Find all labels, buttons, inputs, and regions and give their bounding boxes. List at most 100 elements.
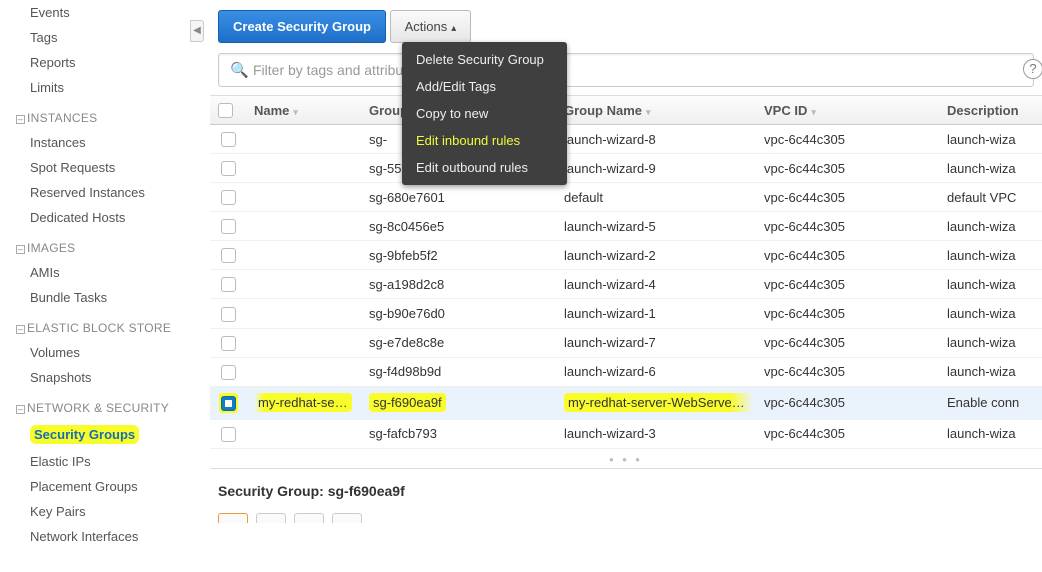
nav-item-limits[interactable]: Limits [8,75,190,100]
cell-group-name: launch-wizard-3 [556,419,756,448]
cell-group-name: launch-wizard-2 [556,241,756,270]
row-checkbox[interactable] [221,427,236,442]
collapse-icon: – [16,245,25,254]
main-panel: Create Security Group Actions▴ Delete Se… [210,0,1042,572]
nav-item-volumes[interactable]: Volumes [8,340,190,365]
table-row[interactable]: sg-55c6943claunch-wizard-9vpc-6c44c305la… [210,154,1042,183]
nav-item-reports[interactable]: Reports [8,50,190,75]
cell-checkbox[interactable] [210,154,246,183]
header-description[interactable]: Description [939,96,1042,125]
nav-item-security-groups[interactable]: Security Groups [8,420,190,449]
header-checkbox[interactable] [210,96,246,125]
cell-name [246,125,361,154]
cell-group-id: sg-9bfeb5f2 [361,241,556,270]
row-checkbox[interactable] [221,336,236,351]
menu-item-add-edit-tags[interactable]: Add/Edit Tags [402,73,567,100]
row-checkbox[interactable] [221,365,236,380]
cell-vpc-id: vpc-6c44c305 [756,419,939,448]
nav-item-amis[interactable]: AMIs [8,260,190,285]
detail-tab-1[interactable] [218,513,248,523]
table-row[interactable]: sg-b90e76d0launch-wizard-1vpc-6c44c305la… [210,299,1042,328]
cell-checkbox[interactable] [210,357,246,386]
table-row[interactable]: my-redhat-se…sg-f690ea9fmy-redhat-server… [210,386,1042,419]
header-name[interactable]: Name▾ [246,96,361,125]
collapse-icon: – [16,115,25,124]
cell-vpc-id: vpc-6c44c305 [756,270,939,299]
row-checkbox[interactable] [221,396,236,411]
cell-checkbox[interactable] [210,183,246,212]
detail-tab-2[interactable] [256,513,286,523]
nav-item-tags[interactable]: Tags [8,25,190,50]
cell-name [246,419,361,448]
table-row[interactable]: sg-launch-wizard-8vpc-6c44c305launch-wiz… [210,125,1042,154]
search-row: 🔍 [210,53,1042,95]
cell-group-name: launch-wizard-6 [556,357,756,386]
nav-header-network-security[interactable]: –NETWORK & SECURITY [8,396,190,420]
detail-tabs [218,513,1034,523]
sidebar-collapse-handle[interactable]: ◀ [190,20,204,42]
menu-item-edit-outbound-rules[interactable]: Edit outbound rules [402,154,567,181]
table-row[interactable]: sg-fafcb793launch-wizard-3vpc-6c44c305la… [210,419,1042,448]
nav-item-key-pairs[interactable]: Key Pairs [8,499,190,524]
nav-item-instances[interactable]: Instances [8,130,190,155]
cell-checkbox[interactable] [210,270,246,299]
cell-group-id: sg-b90e76d0 [361,299,556,328]
create-security-group-button[interactable]: Create Security Group [218,10,386,43]
row-checkbox[interactable] [221,190,236,205]
header-vpc-id[interactable]: VPC ID▾ [756,96,939,125]
cell-group-name: launch-wizard-5 [556,212,756,241]
cell-group-name: launch-wizard-1 [556,299,756,328]
row-checkbox[interactable] [221,307,236,322]
actions-button[interactable]: Actions▴ [390,10,472,43]
cell-group-name: launch-wizard-4 [556,270,756,299]
nav-item-spot-requests[interactable]: Spot Requests [8,155,190,180]
cell-description: launch-wiza [939,154,1042,183]
nav-item-reserved-instances[interactable]: Reserved Instances [8,180,190,205]
nav-header-images[interactable]: –IMAGES [8,236,190,260]
nav-item-network-interfaces[interactable]: Network Interfaces [8,524,190,549]
nav-item-events[interactable]: Events [8,0,190,25]
detail-panel: Security Group: sg-f690ea9f [210,468,1042,523]
table-row[interactable]: sg-e7de8c8elaunch-wizard-7vpc-6c44c305la… [210,328,1042,357]
toolbar: Create Security Group Actions▴ [210,0,1042,53]
row-checkbox[interactable] [221,161,236,176]
help-icon[interactable]: ? [1023,59,1042,79]
menu-item-copy-to-new[interactable]: Copy to new [402,100,567,127]
row-checkbox[interactable] [221,219,236,234]
row-checkbox[interactable] [221,132,236,147]
menu-item-edit-inbound-rules[interactable]: Edit inbound rules [402,127,567,154]
detail-tab-3[interactable] [294,513,324,523]
nav-header-instances[interactable]: –INSTANCES [8,106,190,130]
cell-checkbox[interactable] [210,386,246,419]
table-row[interactable]: sg-f4d98b9dlaunch-wizard-6vpc-6c44c305la… [210,357,1042,386]
cell-checkbox[interactable] [210,328,246,357]
panel-resize-handle[interactable]: ● ● ● [210,449,1042,464]
nav-item-placement-groups[interactable]: Placement Groups [8,474,190,499]
table-row[interactable]: sg-a198d2c8launch-wizard-4vpc-6c44c305la… [210,270,1042,299]
cell-checkbox[interactable] [210,212,246,241]
nav-item-dedicated-hosts[interactable]: Dedicated Hosts [8,205,190,230]
select-all-checkbox[interactable] [218,103,233,118]
nav-item-snapshots[interactable]: Snapshots [8,365,190,390]
cell-name [246,357,361,386]
nav-item-bundle-tasks[interactable]: Bundle Tasks [8,285,190,310]
table-row[interactable]: sg-9bfeb5f2launch-wizard-2vpc-6c44c305la… [210,241,1042,270]
cell-checkbox[interactable] [210,125,246,154]
filter-input[interactable] [218,53,1034,87]
cell-checkbox[interactable] [210,299,246,328]
cell-description: default VPC [939,183,1042,212]
cell-group-id: sg-f4d98b9d [361,357,556,386]
detail-tab-4[interactable] [332,513,362,523]
table-row[interactable]: sg-8c0456e5launch-wizard-5vpc-6c44c305la… [210,212,1042,241]
cell-checkbox[interactable] [210,241,246,270]
nav-item-elastic-ips[interactable]: Elastic IPs [8,449,190,474]
menu-item-delete-security-group[interactable]: Delete Security Group [402,46,567,73]
cell-description: launch-wiza [939,125,1042,154]
cell-description: launch-wiza [939,299,1042,328]
cell-checkbox[interactable] [210,419,246,448]
row-checkbox[interactable] [221,277,236,292]
table-row[interactable]: sg-680e7601defaultvpc-6c44c305default VP… [210,183,1042,212]
nav-header-ebs[interactable]: –ELASTIC BLOCK STORE [8,316,190,340]
header-group-name[interactable]: Group Name▾ [556,96,756,125]
row-checkbox[interactable] [221,248,236,263]
